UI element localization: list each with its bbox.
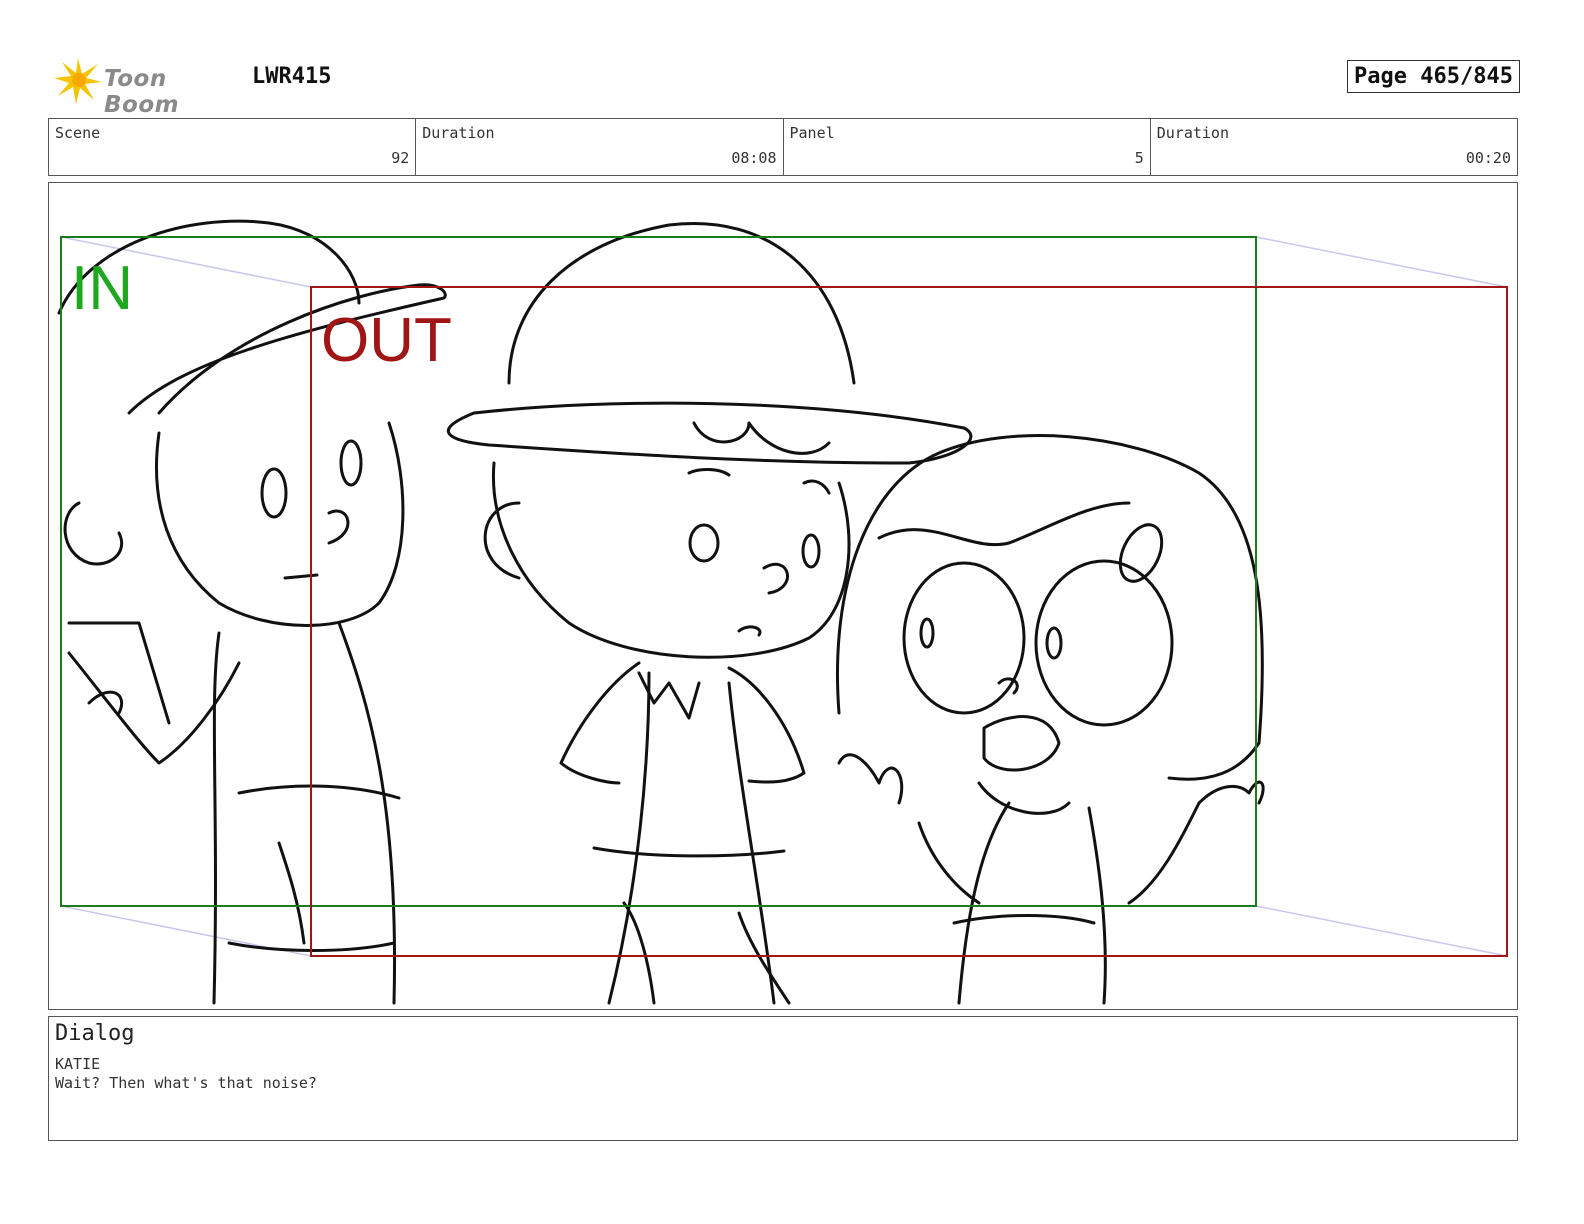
panel-duration-cell: Duration 00:20: [1151, 119, 1517, 175]
project-code: LWR415: [252, 64, 332, 89]
scene-duration-value: 08:08: [731, 149, 777, 167]
dialog-title: Dialog: [55, 1021, 135, 1046]
toon-boom-logo: Toon Boom: [48, 52, 238, 118]
page-header: Toon Boom LWR415 Page 465/845: [48, 52, 1520, 118]
dialog-speaker: KATIE: [55, 1055, 101, 1073]
dialog-box: Dialog KATIE Wait? Then what's that nois…: [48, 1016, 1518, 1141]
out-label: OUT: [321, 306, 452, 375]
starburst-icon: [54, 58, 102, 104]
character-sketch: [57, 219, 1265, 1005]
dialog-line: Wait? Then what's that noise?: [55, 1074, 317, 1092]
panel-duration-value: 00:20: [1465, 149, 1511, 167]
out-frame: [310, 286, 1508, 957]
panel-label: Panel: [789, 124, 835, 142]
in-label: IN: [71, 254, 133, 323]
panel-duration-label: Duration: [1156, 124, 1229, 142]
scene-duration-cell: Duration 08:08: [416, 119, 784, 175]
scene-info-table: Scene 92 Duration 08:08 Panel 5 Duration…: [48, 118, 1518, 176]
scene-cell: Scene 92: [49, 119, 417, 175]
storyboard-panel: IN OUT: [48, 182, 1518, 1010]
in-frame: [60, 236, 1257, 907]
scene-label: Scene: [55, 124, 101, 142]
scene-value: 92: [391, 149, 410, 167]
page-counter: Page 465/845: [1347, 60, 1520, 93]
camera-guide-lines: [60, 236, 1508, 957]
panel-cell: Panel 5: [784, 119, 1151, 175]
logo-text: Toon Boom: [104, 66, 180, 118]
panel-value: 5: [1134, 149, 1144, 167]
scene-duration-label: Duration: [422, 124, 495, 142]
panel-drawing: IN OUT: [57, 219, 1508, 1005]
